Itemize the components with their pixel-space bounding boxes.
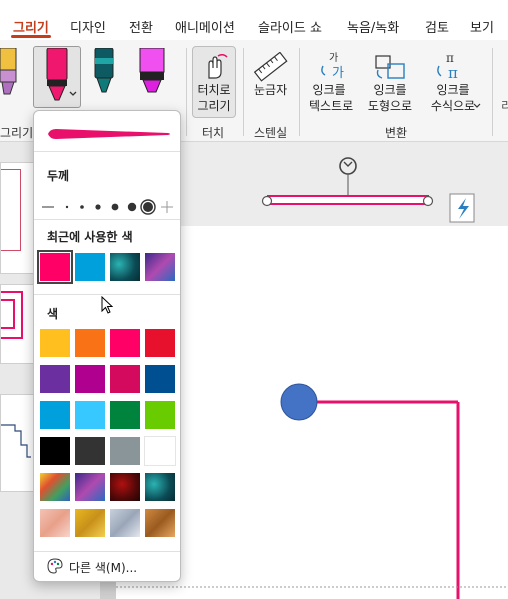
group-separator (299, 48, 300, 136)
color-swatch[interactable] (144, 508, 176, 538)
thumbnail-shape (1, 169, 21, 251)
thickness-preview (48, 129, 170, 139)
color-swatch[interactable] (74, 364, 106, 394)
group-separator (186, 48, 187, 136)
thickness-option[interactable] (80, 205, 84, 209)
color-swatch[interactable] (109, 472, 141, 502)
color-swatch[interactable] (39, 436, 71, 466)
ruler-icon[interactable] (254, 52, 288, 82)
svg-text:가: 가 (329, 52, 338, 64)
color-swatch[interactable] (109, 400, 141, 430)
thickness-option[interactable] (127, 202, 137, 212)
color-swatch[interactable] (144, 364, 176, 394)
recent-color-pink[interactable] (37, 250, 73, 284)
color-swatch[interactable] (74, 400, 106, 430)
group-separator (243, 48, 244, 136)
pink-pen-icon[interactable] (41, 48, 81, 106)
tab-recording[interactable]: 녹음/녹화 (347, 17, 399, 36)
thickness-heading: 두께 (47, 169, 70, 183)
more-colors-label: 다른 색(M)... (69, 561, 138, 575)
magenta-highlighter-icon[interactable] (138, 48, 168, 98)
thickness-option[interactable] (65, 205, 69, 209)
more-colors-button[interactable]: 다른 색(M)... (47, 558, 138, 576)
color-swatch[interactable] (74, 508, 106, 538)
group-separator (492, 48, 493, 136)
ink-to-shape-icon[interactable] (374, 52, 408, 80)
resize-handle[interactable] (261, 195, 273, 207)
ink-to-math-label[interactable]: 잉크를 수식으로 (421, 82, 485, 114)
svg-text:π: π (448, 64, 458, 80)
ink-to-text-label[interactable]: 잉크를 텍스트로 (309, 82, 353, 114)
svg-text:가: 가 (332, 66, 344, 80)
color-swatch[interactable] (109, 364, 141, 394)
touch-button-label: 터치로 그리기 (197, 83, 231, 113)
plus-icon[interactable] (161, 201, 173, 213)
color-swatch[interactable] (109, 508, 141, 538)
color-swatch[interactable] (39, 400, 71, 430)
colors-heading: 색 (47, 307, 59, 321)
group-label-draw: 그리기 (0, 126, 34, 140)
palette-icon (47, 558, 63, 574)
tab-transitions[interactable]: 전환 (129, 17, 153, 36)
chevron-down-icon[interactable] (473, 103, 481, 109)
thickness-option-selected[interactable] (143, 202, 153, 212)
teal-pen-icon[interactable] (93, 48, 117, 98)
ink-to-text-icon[interactable]: 가 가 (320, 52, 350, 80)
recent-color-galaxy-texture[interactable] (144, 252, 176, 282)
color-swatch[interactable] (144, 436, 176, 466)
color-swatch[interactable] (144, 400, 176, 430)
ruler-button-label[interactable]: 눈금자 (254, 82, 287, 98)
color-swatch[interactable] (74, 436, 106, 466)
mouse-cursor-icon (101, 296, 114, 314)
pen-color-dropdown: 두께 최근에 사용한 색 색 다른 색(M)... (33, 110, 181, 582)
thickness-options[interactable] (40, 198, 176, 216)
color-swatch[interactable] (74, 472, 106, 502)
color-swatch[interactable] (109, 328, 141, 358)
slide-thumbnail-pane (0, 142, 34, 599)
tab-slideshow[interactable]: 슬라이드 쇼 (258, 17, 322, 36)
recent-colors-heading: 최근에 사용한 색 (47, 230, 133, 244)
slide-thumbnail[interactable] (0, 394, 34, 492)
tab-design[interactable]: 디자인 (70, 17, 106, 36)
recent-color-teal-texture[interactable] (109, 252, 141, 282)
selected-ink-stroke[interactable] (255, 152, 477, 224)
blue-circle-shape[interactable] (280, 383, 318, 421)
group-label-convert: 변환 (385, 126, 408, 140)
tab-draw[interactable]: 그리기 (13, 17, 49, 36)
thumbnail-drawing (1, 424, 31, 458)
color-swatch[interactable] (39, 364, 71, 394)
recent-color-blue[interactable] (74, 252, 106, 282)
tab-review[interactable]: 검토 (425, 17, 449, 36)
touch-hand-icon (208, 54, 228, 79)
thickness-option[interactable] (111, 203, 119, 211)
color-swatch[interactable] (39, 472, 71, 502)
color-swatch[interactable] (109, 436, 141, 466)
color-swatch[interactable] (39, 508, 71, 538)
tab-animations[interactable]: 애니메이션 (175, 17, 235, 36)
color-swatch[interactable] (74, 328, 106, 358)
color-swatch[interactable] (39, 328, 71, 358)
thickness-option[interactable] (95, 204, 101, 210)
color-swatch[interactable] (144, 472, 176, 502)
ink-to-shape-label[interactable]: 잉크를 도형으로 (365, 82, 415, 114)
slide-thumbnail[interactable] (0, 284, 34, 364)
thumbnail-shape (1, 299, 15, 329)
color-swatch[interactable] (144, 328, 176, 358)
ribbon-tabs: 그리기 디자인 전환 애니메이션 슬라이드 쇼 녹음/녹화 검토 보기 (0, 0, 508, 40)
tab-view[interactable]: 보기 (470, 17, 494, 36)
group-label-touch: 터치 (202, 126, 225, 140)
ink-to-math-icon[interactable]: π π (436, 52, 470, 80)
resize-handle[interactable] (422, 195, 434, 207)
overflow-label: 리 (501, 99, 508, 113)
active-tab-indicator (11, 35, 51, 38)
slide-thumbnail[interactable] (0, 162, 34, 274)
scroll-corner (100, 580, 116, 599)
highlighter-icon[interactable] (0, 48, 20, 96)
group-label-stencil: 스텐실 (254, 126, 288, 140)
